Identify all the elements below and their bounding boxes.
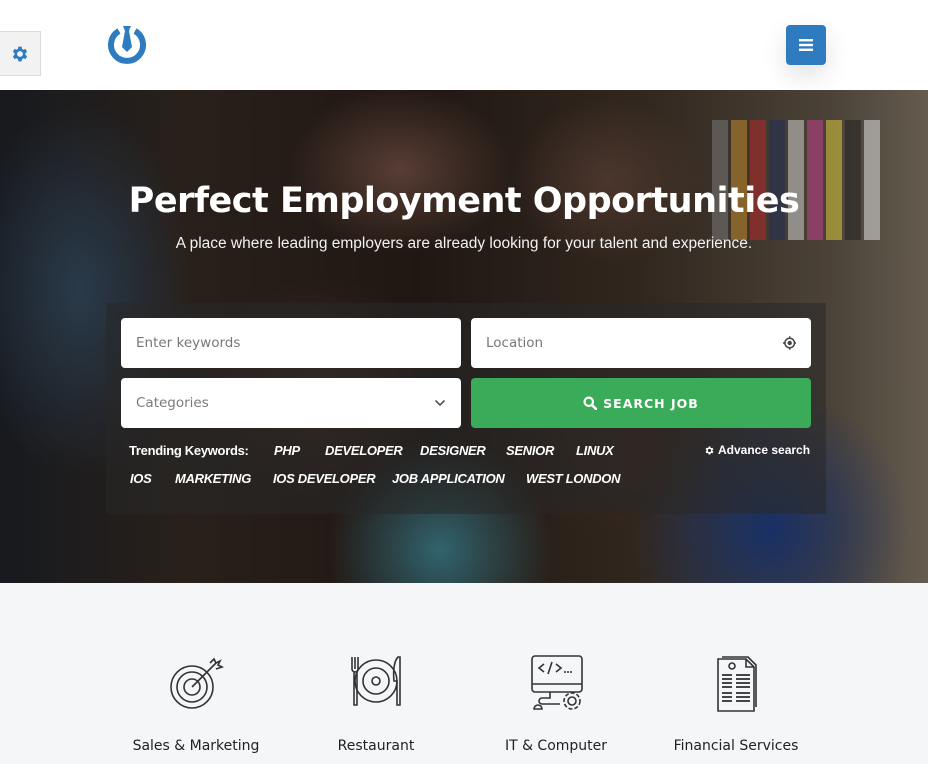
category-it-computer[interactable] (466, 653, 646, 713)
categories-select-value: Categories (136, 395, 209, 411)
trending-keyword-link[interactable]: SENIOR (506, 443, 554, 458)
background-books (712, 120, 880, 240)
search-job-label: SEARCH JOB (603, 395, 699, 411)
job-search-form: Categories SEARCH JOB Trending Keywords:… (106, 303, 826, 514)
target-arrow-icon (170, 657, 225, 709)
monitor-code-gear-icon (531, 655, 583, 710)
trending-label: Trending Keywords: (129, 443, 249, 458)
categories-select[interactable]: Categories (121, 378, 461, 428)
hero-title: Perfect Employment Opportunities (128, 181, 800, 221)
gear-icon (12, 46, 28, 61)
financial-document-icon (717, 656, 757, 712)
search-icon (583, 396, 598, 410)
location-field[interactable] (471, 318, 811, 368)
trending-keyword-link[interactable]: DEVELOPER (325, 443, 403, 458)
trending-keyword-link[interactable]: DESIGNER (420, 443, 486, 458)
advance-search-link[interactable]: Advance search (704, 443, 810, 457)
category-label: Sales & Marketing (132, 738, 260, 754)
category-label: IT & Computer (504, 738, 608, 754)
crosshair-icon[interactable] (782, 336, 796, 350)
site-header (0, 0, 928, 90)
category-financial-services[interactable] (646, 653, 826, 713)
hero-subtitle: A place where leading employers are alre… (175, 235, 753, 252)
trending-keyword-link[interactable]: WEST LONDON (526, 471, 621, 486)
trending-keyword-link[interactable]: IOS (130, 471, 152, 486)
location-input[interactable] (486, 335, 783, 351)
category-label: Restaurant (337, 738, 415, 754)
plate-fork-knife-icon (351, 656, 401, 706)
keywords-input[interactable] (136, 335, 446, 351)
site-logo[interactable] (104, 22, 150, 68)
trending-keyword-link[interactable]: JOB APPLICATION (392, 471, 505, 486)
menu-toggle-button[interactable] (786, 25, 826, 65)
chevron-down-icon (434, 399, 446, 407)
keywords-field[interactable] (121, 318, 461, 368)
hero-banner: Perfect Employment Opportunities A place… (0, 90, 928, 583)
job-categories-section: Sales & Marketing Restaurant IT & Comput… (0, 583, 928, 764)
hamburger-icon (799, 39, 813, 51)
trending-keyword-link[interactable]: PHP (274, 443, 300, 458)
power-tie-logo-icon (108, 26, 146, 64)
gear-icon (705, 445, 714, 455)
category-label: Financial Services (673, 738, 799, 754)
advance-search-label: Advance search (718, 443, 811, 457)
category-restaurant[interactable] (286, 653, 466, 713)
search-job-button[interactable]: SEARCH JOB (471, 378, 811, 428)
settings-toggle-button[interactable] (0, 31, 41, 76)
category-sales-marketing[interactable] (106, 653, 286, 713)
trending-keyword-link[interactable]: LINUX (576, 443, 614, 458)
trending-keyword-link[interactable]: IOS DEVELOPER (273, 471, 376, 486)
trending-keyword-link[interactable]: MARKETING (175, 471, 251, 486)
